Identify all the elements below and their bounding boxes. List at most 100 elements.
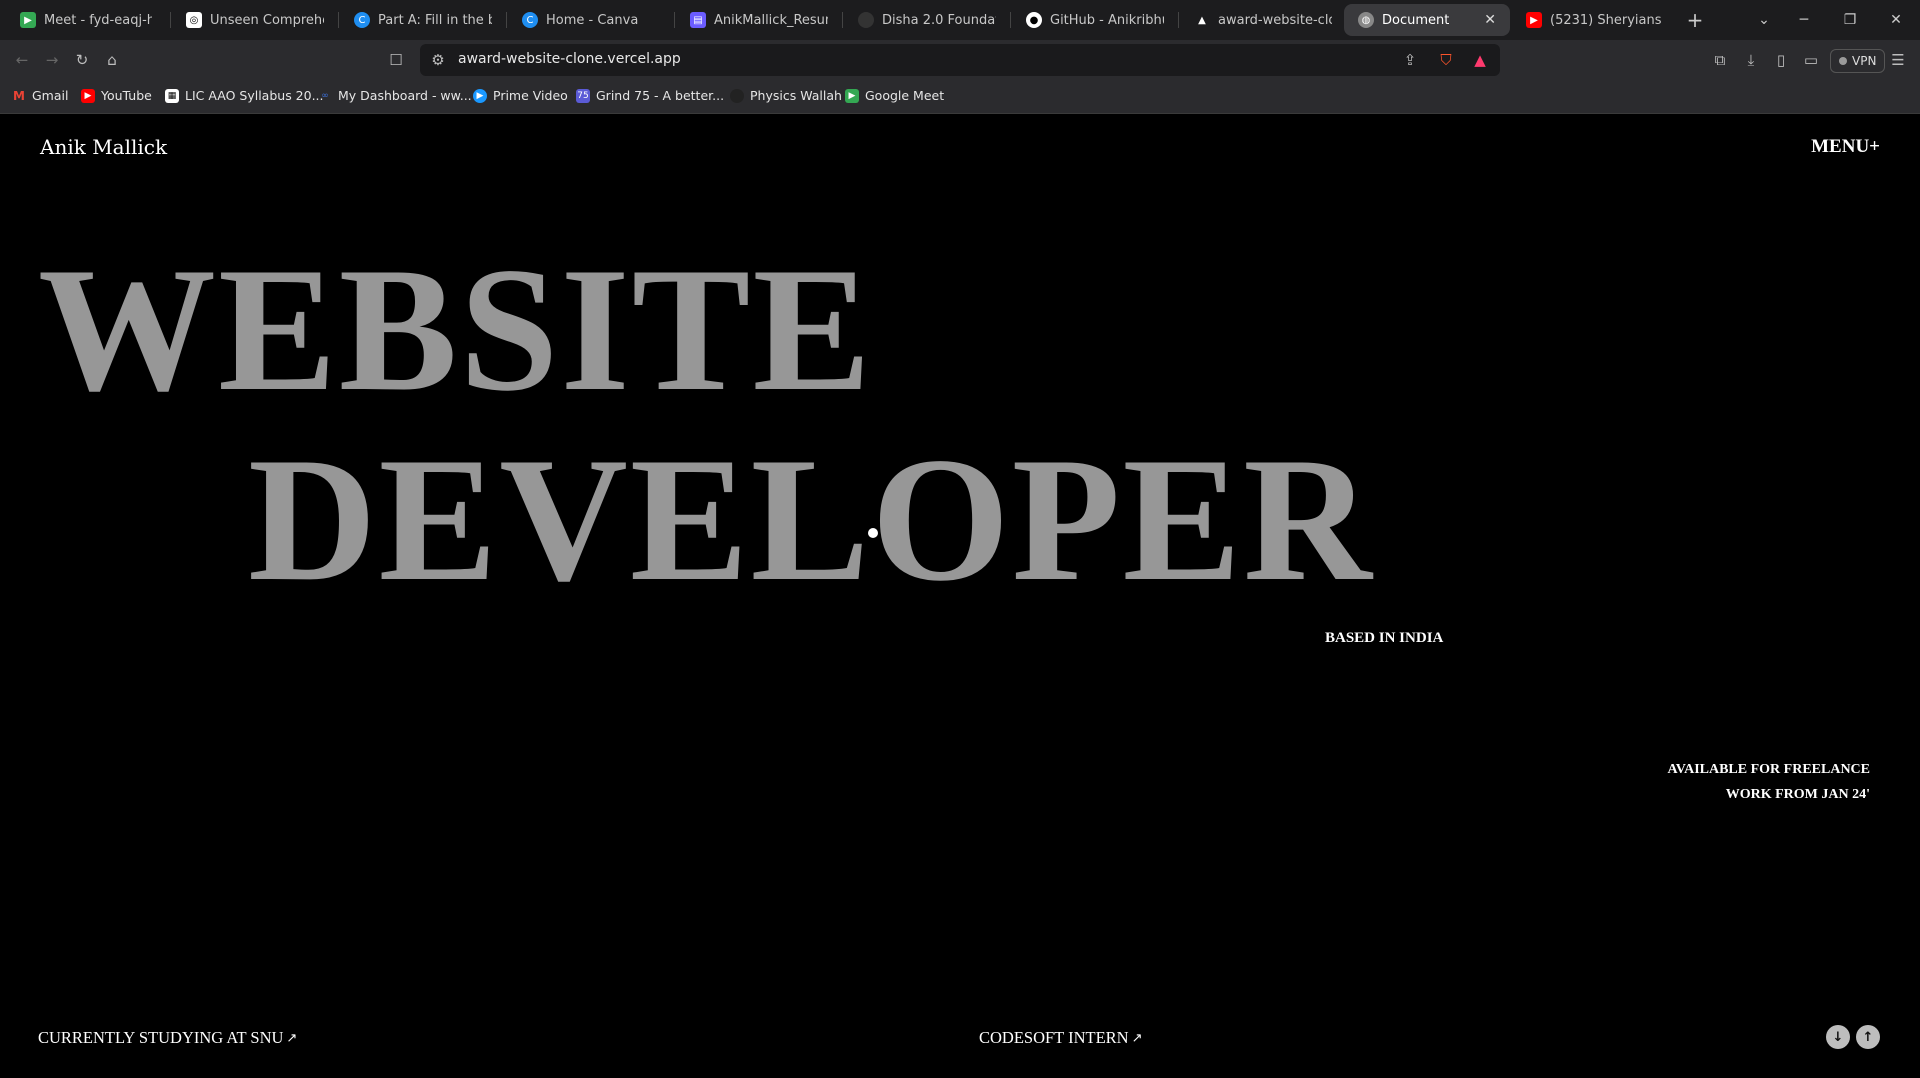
chatgpt-icon: ◎: [186, 12, 202, 28]
extensions-icon[interactable]: ⧉: [1708, 48, 1732, 72]
wallet-icon[interactable]: ▭: [1799, 48, 1823, 72]
minimize-icon[interactable]: ─: [1790, 6, 1818, 34]
scroll-up-icon[interactable]: ↑: [1856, 1025, 1880, 1049]
dashboard-icon: ∞: [321, 90, 329, 101]
tab-title: GitHub - Anikribhu/Aw: [1050, 12, 1164, 28]
tab-title: award-website-clone -: [1218, 12, 1332, 28]
doc-icon: ▤: [690, 12, 706, 28]
canva-icon: C: [522, 12, 538, 28]
arrow-up-right-icon: ↗: [286, 1030, 298, 1045]
pw-icon: [730, 88, 744, 103]
grind-icon: 75: [576, 88, 590, 103]
bookmark-dashboard[interactable]: ∞ My Dashboard - ww...: [318, 88, 472, 103]
bookmark-gmail[interactable]: M Gmail: [12, 88, 68, 103]
studying-link-label: CURRENTLY STUDYING AT SNU: [38, 1028, 284, 1047]
bookmark-pw[interactable]: Physics Wallah: [730, 88, 842, 103]
tab-title: Unseen Comprehensio: [210, 12, 324, 28]
tab-disha[interactable]: Disha 2.0 Foundation: [844, 4, 1010, 36]
brave-shield-icon[interactable]: ⛉: [1434, 48, 1458, 72]
bookmark-icon[interactable]: ☐: [384, 48, 408, 72]
location-text: BASED IN INDIA: [1325, 630, 1444, 646]
prime-icon: ▶: [473, 88, 487, 103]
tab-search-chevron-icon[interactable]: ⌄: [1750, 6, 1778, 34]
tab-unseen[interactable]: ◎ Unseen Comprehensio: [172, 4, 338, 36]
forward-icon[interactable]: →: [40, 48, 64, 72]
vercel-icon: ▲: [1198, 14, 1206, 26]
tab-title: Part A: Fill in the blank: [378, 12, 492, 28]
codesoft-link-label: CODESOFT INTERN: [979, 1028, 1129, 1047]
lic-icon: ▦: [165, 88, 179, 103]
reload-icon[interactable]: ↻: [70, 48, 94, 72]
url-text[interactable]: award-website-clone.vercel.app: [458, 51, 681, 67]
globe-icon: ◍: [1358, 12, 1374, 28]
bookmark-grind75[interactable]: 75 Grind 75 - A better...: [576, 88, 724, 103]
hero-title-line-2: DEVELOPER: [248, 420, 1374, 618]
vpn-label: VPN: [1852, 54, 1877, 68]
custom-cursor: [868, 528, 878, 538]
tab-title: (5231) Sheryians Codin: [1550, 12, 1664, 28]
tab-award-clone[interactable]: ▲ award-website-clone -: [1180, 4, 1346, 36]
sidebar-icon[interactable]: ▯: [1769, 48, 1793, 72]
github-icon: ●: [1026, 12, 1042, 28]
close-window-icon[interactable]: ✕: [1882, 6, 1910, 34]
bookmark-prime[interactable]: ▶ Prime Video: [473, 88, 568, 103]
tab-part-a[interactable]: C Part A: Fill in the blank: [340, 4, 506, 36]
page-content: Anik Mallick MENU+ WEBSITE DEVELOPER BAS…: [0, 115, 1920, 1078]
vpn-status-icon: [1839, 57, 1847, 65]
availability-line-2: WORK FROM JAN 24': [1725, 787, 1870, 802]
tab-title: AnikMallick_Resune - A: [714, 12, 828, 28]
gmail-icon: M: [13, 88, 25, 103]
site-info-icon[interactable]: ⚙: [426, 48, 450, 72]
arrow-up-right-icon: ↗: [1131, 1030, 1143, 1045]
bookmark-label: Prime Video: [493, 88, 568, 103]
bookmarks-bar: M Gmail ▶ YouTube ▦ LIC AAO Syllabus 20.…: [0, 80, 1920, 114]
meet-icon: ▶: [845, 88, 859, 103]
bookmark-youtube[interactable]: ▶ YouTube: [81, 88, 152, 103]
bookmark-label: YouTube: [101, 88, 152, 103]
studying-link[interactable]: CURRENTLY STUDYING AT SNU ↗: [38, 1028, 297, 1048]
vpn-button[interactable]: VPN: [1830, 49, 1886, 73]
tab-resume[interactable]: ▤ AnikMallick_Resune - A: [676, 4, 842, 36]
main-menu-icon[interactable]: ☰: [1886, 48, 1910, 72]
bookmark-label: My Dashboard - ww...: [338, 88, 472, 103]
youtube-icon: ▶: [81, 88, 95, 103]
bookmark-label: Physics Wallah: [750, 88, 842, 103]
tab-canva-home[interactable]: C Home - Canva: [508, 4, 674, 36]
close-tab-icon[interactable]: ✕: [1484, 12, 1496, 28]
address-bar[interactable]: ⚙ award-website-clone.vercel.app ⇪ ⛉ ▲: [420, 44, 1500, 76]
browser-toolbar: ← → ↻ ⌂ ☐ ⚙ award-website-clone.vercel.a…: [0, 40, 1920, 80]
tab-title: Document: [1382, 12, 1450, 28]
downloads-icon[interactable]: ⤓: [1739, 48, 1763, 72]
tab-sheryians[interactable]: ▶ (5231) Sheryians Codin: [1512, 4, 1678, 36]
tab-bar: ▶ Meet - fyd-eaqj-hy ◎ Unseen Comprehens…: [0, 0, 1920, 40]
availability-line-1: AVAILABLE FOR FREELANCE: [1667, 762, 1870, 777]
home-icon[interactable]: ⌂: [100, 48, 124, 72]
brave-rewards-icon[interactable]: ▲: [1468, 48, 1492, 72]
availability-text: AVAILABLE FOR FREELANCE WORK FROM JAN 24…: [1667, 757, 1870, 807]
codesoft-link[interactable]: CODESOFT INTERN ↗: [979, 1028, 1143, 1048]
bookmark-lic[interactable]: ▦ LIC AAO Syllabus 20...: [165, 88, 324, 103]
bookmark-label: Google Meet: [865, 88, 945, 103]
disha-icon: [858, 12, 874, 28]
bookmark-label: Gmail: [32, 88, 69, 103]
bookmark-google-meet[interactable]: ▶ Google Meet: [845, 88, 944, 103]
tab-meet[interactable]: ▶ Meet - fyd-eaqj-hy: [6, 4, 166, 36]
site-logo[interactable]: Anik Mallick: [40, 135, 167, 159]
bookmark-label: Grind 75 - A better...: [596, 88, 725, 103]
hero-title-line-1: WEBSITE: [38, 230, 874, 428]
tab-document[interactable]: ◍ Document ✕: [1344, 4, 1510, 36]
youtube-icon: ▶: [1526, 12, 1542, 28]
tab-title: Home - Canva: [546, 12, 639, 28]
new-tab-button[interactable]: +: [1681, 6, 1709, 34]
share-icon[interactable]: ⇪: [1398, 48, 1422, 72]
canva-icon: C: [354, 12, 370, 28]
menu-button[interactable]: MENU+: [1811, 136, 1880, 158]
bookmark-label: LIC AAO Syllabus 20...: [185, 88, 324, 103]
tab-github[interactable]: ● GitHub - Anikribhu/Aw: [1012, 4, 1178, 36]
scroll-down-icon[interactable]: ↓: [1826, 1025, 1850, 1049]
restore-icon[interactable]: ❐: [1836, 6, 1864, 34]
back-icon[interactable]: ←: [10, 48, 34, 72]
tab-title: Disha 2.0 Foundation: [882, 12, 996, 28]
meet-icon: ▶: [20, 12, 36, 28]
tab-title: Meet - fyd-eaqj-hy: [44, 12, 152, 28]
